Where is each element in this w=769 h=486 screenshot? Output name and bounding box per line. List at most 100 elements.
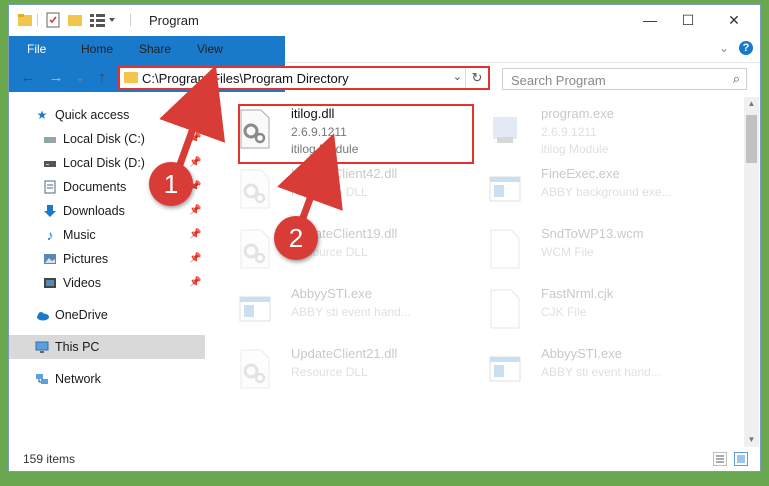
sidebar-item-music[interactable]: ♪ Music 📌 (9, 223, 205, 247)
sidebar-item-label: Music (63, 228, 96, 242)
callout-2: 2 (274, 216, 318, 260)
sidebar-item-network[interactable]: Network (9, 367, 205, 391)
large-icons-view-icon[interactable] (734, 452, 748, 466)
tab-home[interactable]: Home (67, 36, 127, 62)
computer-icon (35, 340, 49, 354)
customize-toolbar-icon[interactable] (89, 12, 117, 28)
sidebar-item-local-disk-c[interactable]: Local Disk (C:) 📌 (9, 127, 205, 151)
up-button[interactable]: ↑ (93, 69, 111, 86)
drive-icon (43, 132, 57, 146)
star-icon: ★ (36, 108, 48, 122)
file-type: ABBY background exe... (541, 185, 672, 199)
properties-icon[interactable] (45, 12, 61, 28)
refresh-button[interactable]: ↻ (465, 68, 488, 88)
exe-icon (489, 109, 521, 149)
sidebar-item-videos[interactable]: Videos 📌 (9, 271, 205, 295)
pin-icon[interactable]: 📌 (189, 271, 201, 295)
sidebar-item-label: Pictures (63, 252, 109, 266)
minimize-button[interactable]: — (639, 11, 661, 29)
sidebar-item-label: Videos (63, 276, 101, 290)
tab-share[interactable]: Share (125, 36, 185, 62)
file-name: UpdateClient21.dll (291, 346, 398, 361)
sidebar-item-quick-access[interactable]: ★ Quick access (9, 103, 205, 127)
vertical-scrollbar[interactable]: ▲ ▼ (744, 97, 759, 447)
pin-icon[interactable]: 📌 (189, 247, 201, 271)
navigation-pane: ★ Quick access Local Disk (C:) 📌 Local D… (9, 97, 205, 447)
title-bar: Program — ☐ ✕ (9, 5, 760, 36)
sidebar-item-label: This PC (55, 340, 100, 354)
pin-icon[interactable]: 📌 (189, 151, 201, 175)
documents-icon (43, 180, 57, 194)
file-version: 2.6.9.1211 (541, 125, 597, 139)
pin-icon[interactable]: 📌 (189, 223, 201, 247)
help-icon[interactable]: ? (739, 41, 753, 55)
magnifier-icon[interactable]: ⌕ (733, 71, 740, 87)
file-name: AbbyySTI.exe (291, 286, 372, 301)
file-name: program.exe (541, 106, 614, 121)
file-description: itilog Module (541, 142, 609, 156)
new-folder-icon[interactable] (67, 12, 83, 28)
search-input[interactable] (509, 71, 713, 89)
forward-button[interactable]: → (47, 69, 65, 86)
pictures-icon (43, 252, 57, 266)
scroll-up-arrow-icon[interactable]: ▲ (744, 97, 759, 111)
tab-view[interactable]: View (183, 36, 237, 62)
separator (37, 14, 38, 26)
sidebar-item-onedrive[interactable]: OneDrive (9, 303, 205, 327)
file-name: UpdateClient42.dll (291, 166, 398, 181)
recent-locations-button[interactable]: ⌄ (71, 71, 89, 84)
address-path[interactable]: C:\Program Files\Program Directory (142, 71, 349, 86)
sidebar-item-this-pc[interactable]: This PC (9, 335, 205, 359)
file-type: ABBY sti event hand... (541, 365, 661, 379)
file-item-sndtowp13-wcm[interactable]: SndToWP13.wcm WCM File (483, 221, 723, 277)
file-item-abbyysti-exe-2[interactable]: AbbyySTI.exe ABBY sti event hand... (483, 341, 723, 397)
pin-icon[interactable]: 📌 (189, 127, 201, 151)
sidebar-item-label: Local Disk (D:) (63, 156, 145, 170)
folder-icon (17, 12, 33, 28)
download-icon (43, 204, 57, 218)
dll-gear-icon (239, 169, 271, 209)
sidebar-item-label: OneDrive (55, 308, 108, 322)
scroll-thumb[interactable] (746, 115, 757, 163)
blank-file-icon (489, 289, 521, 329)
search-box[interactable]: ⌕ (502, 68, 747, 90)
details-view-icon[interactable] (713, 452, 727, 466)
file-item-program-exe[interactable]: program.exe 2.6.9.1211 itilog Module (483, 101, 723, 157)
app-window-icon (489, 349, 521, 389)
file-type: Resource DLL (291, 185, 368, 199)
file-item-updateclient42-dll[interactable]: UpdateClient42.dll Resource DLL (233, 161, 473, 217)
file-name: SndToWP13.wcm (541, 226, 644, 241)
file-name: FastNrml.cjk (541, 286, 614, 301)
file-type: ABBY sti event hand... (291, 305, 411, 319)
dll-gear-icon (239, 229, 271, 269)
app-window-icon (239, 289, 271, 329)
file-item-updateclient21-dll[interactable]: UpdateClient21.dll Resource DLL (233, 341, 473, 397)
file-item-updateclient19-dll[interactable]: UpdateClient19.dll Resource DLL (233, 221, 473, 277)
file-type: Resource DLL (291, 365, 368, 379)
sidebar-item-label: Quick access (55, 108, 130, 122)
music-icon: ♪ (46, 227, 54, 243)
address-bar[interactable]: C:\Program Files\Program Directory ⌄ ↻ (118, 66, 490, 90)
separator (130, 14, 131, 26)
scroll-down-arrow-icon[interactable]: ▼ (744, 433, 759, 447)
expand-ribbon-icon[interactable]: ⌄ (719, 41, 729, 55)
blank-file-icon (489, 229, 521, 269)
pin-icon[interactable]: 📌 (189, 199, 201, 223)
file-name: AbbyySTI.exe (541, 346, 622, 361)
back-button[interactable]: ← (19, 69, 37, 86)
folder-icon (124, 72, 138, 83)
close-button[interactable]: ✕ (723, 11, 745, 29)
address-dropdown-icon[interactable]: ⌄ (453, 70, 462, 83)
sidebar-item-label: Local Disk (C:) (63, 132, 145, 146)
file-item-abbyysti-exe[interactable]: AbbyySTI.exe ABBY sti event hand... (233, 281, 473, 337)
sidebar-item-label: Downloads (63, 204, 125, 218)
sidebar-item-pictures[interactable]: Pictures 📌 (9, 247, 205, 271)
explorer-window: Program — ☐ ✕ File Home Share View ⌄ ? ←… (8, 4, 761, 472)
file-type: WCM File (541, 245, 594, 259)
file-item-fineexec-exe[interactable]: FineExec.exe ABBY background exe... (483, 161, 723, 217)
ribbon-tabs: File Home Share View ⌄ ? (9, 36, 760, 92)
file-name: FineExec.exe (541, 166, 620, 181)
drive-icon (43, 156, 57, 170)
file-item-fastnrml-cjk[interactable]: FastNrml.cjk CJK File (483, 281, 723, 337)
maximize-button[interactable]: ☐ (677, 11, 699, 29)
